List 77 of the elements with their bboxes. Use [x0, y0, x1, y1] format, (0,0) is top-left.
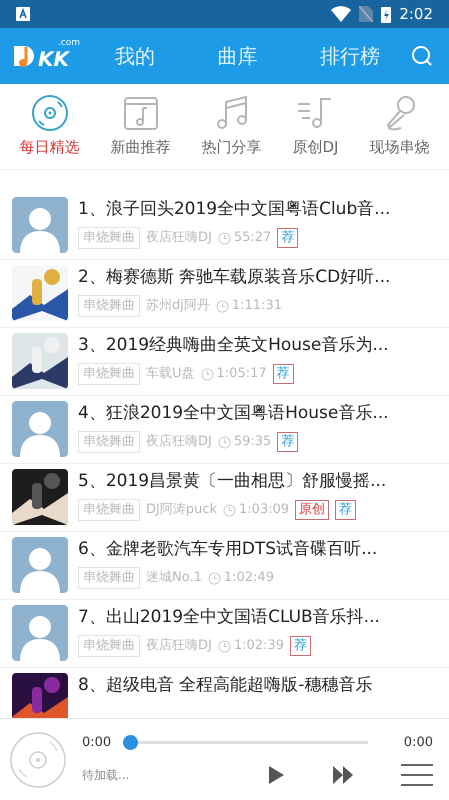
avatar-placeholder: [12, 401, 68, 457]
disc-icon: [30, 94, 68, 132]
song-row[interactable]: 1、浪子回头2019全中文国粤语Club音... 串烧舞曲 夜店狂嗨DJ 55:27 荐: [0, 192, 449, 260]
duration: 1:02:39: [234, 637, 284, 656]
artist-name: 夜店狂嗨DJ: [146, 229, 212, 248]
progress-thumb[interactable]: [123, 735, 138, 750]
song-title: 8、超级电音 全程高能超嗨版-穗穗音乐: [78, 674, 372, 697]
total-time: 0:00: [404, 734, 433, 752]
avatar-placeholder: [12, 197, 68, 253]
song-row[interactable]: 2、梅赛德斯 奔驰车载原装音乐CD好听... 串烧舞曲 苏州dj阿丹 1:11:31: [0, 260, 449, 328]
genre-tag: 串烧舞曲: [78, 227, 140, 249]
clock-icon: [216, 300, 229, 312]
fast-forward-icon[interactable]: [333, 766, 353, 784]
clock: 2:02: [399, 4, 433, 25]
logo-text: KK: [38, 49, 69, 69]
clock-icon: [223, 504, 236, 516]
search-icon[interactable]: [411, 45, 433, 67]
play-icon[interactable]: [267, 765, 285, 786]
menu-icon[interactable]: [401, 764, 433, 786]
duration: 59:35: [234, 433, 272, 452]
clock-icon: [218, 436, 231, 448]
song-title: 4、狂浪2019全中文国粤语House音乐...: [78, 402, 389, 425]
recommend-badge: 荐: [277, 228, 298, 248]
clock-icon: [218, 640, 231, 652]
recommend-badge: 荐: [335, 500, 356, 520]
song-title: 7、出山2019全中文国语CLUB音乐抖...: [78, 606, 380, 629]
artist-name: 迷城No.1: [146, 569, 202, 588]
category-tab[interactable]: 热门分享: [202, 94, 262, 159]
original-badge: 原创: [295, 500, 330, 520]
genre-tag: 串烧舞曲: [78, 363, 140, 385]
battery-icon: [381, 6, 392, 22]
category-tab[interactable]: 新曲推荐: [110, 94, 170, 159]
recommend-badge: 荐: [290, 636, 311, 656]
song-row[interactable]: 6、金牌老歌汽车专用DTS试音碟百听... 串烧舞曲 迷城No.1 1:02:49: [0, 532, 449, 600]
category-tab[interactable]: 原创DJ: [292, 94, 338, 159]
artist-name: DJ阿涛puck: [146, 501, 218, 520]
duration: 55:27: [234, 229, 272, 248]
disc-icon: [10, 732, 66, 788]
clock-icon: [208, 572, 221, 584]
song-row[interactable]: 4、狂浪2019全中文国粤语House音乐... 串烧舞曲 夜店狂嗨DJ 59:35 荐: [0, 396, 449, 464]
duration: 1:03:09: [239, 501, 290, 520]
wifi-icon: [331, 6, 352, 22]
recommend-badge: 荐: [272, 364, 294, 384]
song-title: 2、梅赛德斯 奔驰车载原装音乐CD好听...: [78, 266, 390, 289]
song-title: 5、2019昌景黄〔一曲相思〕舒服慢摇...: [78, 470, 386, 493]
clock-icon: [200, 368, 214, 380]
artist-name: 车载U盘: [146, 365, 195, 384]
duration: 1:02:49: [224, 569, 274, 588]
avatar-placeholder: [12, 537, 68, 593]
calendar-icon: [122, 94, 160, 132]
song-row[interactable]: 3、2019经典嗨曲全英文House音乐为... 串烧舞曲 车载U盘 1:05:17 荐: [0, 328, 449, 396]
song-title: 1、浪子回头2019全中文国粤语Club音...: [78, 198, 390, 221]
notification-icon: [16, 7, 30, 21]
song-title: 3、2019经典嗨曲全英文House音乐为...: [78, 334, 389, 357]
artist-name: 夜店狂嗨DJ: [146, 433, 212, 452]
song-row[interactable]: 5、2019昌景黄〔一曲相思〕舒服慢摇... 串烧舞曲 DJ阿涛puck 1:03:09 原创 荐: [0, 464, 449, 532]
recommend-badge: 荐: [277, 432, 298, 452]
progress-slider[interactable]: [123, 735, 368, 750]
clock-icon: [218, 232, 231, 244]
category-tab[interactable]: 现场串烧: [369, 94, 430, 159]
artist-name: 苏州dj阿丹: [146, 297, 210, 316]
song-row[interactable]: 7、出山2019全中文国语CLUB音乐抖... 串烧舞曲 夜店狂嗨DJ 1:02:39 荐: [0, 600, 449, 668]
track-status: 待加载...: [82, 767, 130, 784]
logo-suffix: .com: [58, 37, 80, 50]
artist-name: 夜店狂嗨DJ: [146, 637, 212, 656]
duration: 1:05:17: [216, 365, 267, 384]
genre-tag: 串烧舞曲: [78, 431, 140, 453]
genre-tag: 串烧舞曲: [78, 635, 140, 657]
duration: 1:11:31: [232, 297, 282, 316]
song-title: 6、金牌老歌汽车专用DTS试音碟百听...: [78, 538, 378, 561]
genre-tag: 串烧舞曲: [78, 295, 140, 317]
elapsed-time: 0:00: [82, 734, 112, 752]
category-tab[interactable]: 每日精选: [20, 94, 80, 159]
no-sim-icon: [359, 6, 374, 22]
genre-tag: 串烧舞曲: [78, 499, 140, 521]
avatar-placeholder: [12, 605, 68, 661]
genre-tag: 串烧舞曲: [78, 567, 140, 589]
